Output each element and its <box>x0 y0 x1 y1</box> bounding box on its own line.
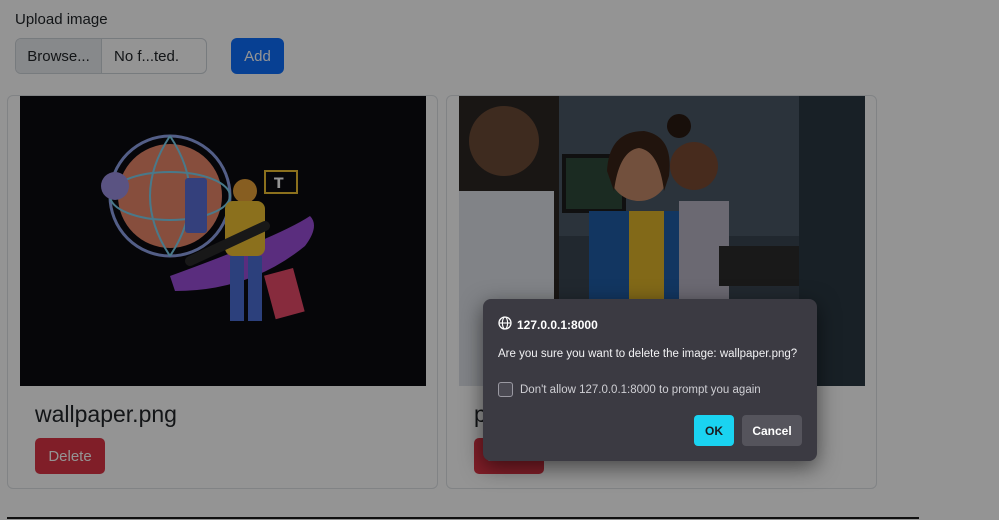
globe-icon <box>498 316 512 333</box>
cancel-button[interactable]: Cancel <box>742 415 802 446</box>
ok-button[interactable]: OK <box>694 415 734 446</box>
prevent-prompts-checkbox[interactable] <box>498 382 513 397</box>
dialog-message: Are you sure you want to delete the imag… <box>498 348 798 360</box>
prevent-prompts-row[interactable]: Don't allow 127.0.0.1:8000 to prompt you… <box>498 382 761 397</box>
prevent-prompts-label: Don't allow 127.0.0.1:8000 to prompt you… <box>520 383 761 396</box>
dialog-origin: 127.0.0.1:8000 <box>498 316 598 333</box>
dialog-origin-text: 127.0.0.1:8000 <box>517 317 598 332</box>
confirm-dialog: 127.0.0.1:8000 Are you sure you want to … <box>483 299 817 461</box>
